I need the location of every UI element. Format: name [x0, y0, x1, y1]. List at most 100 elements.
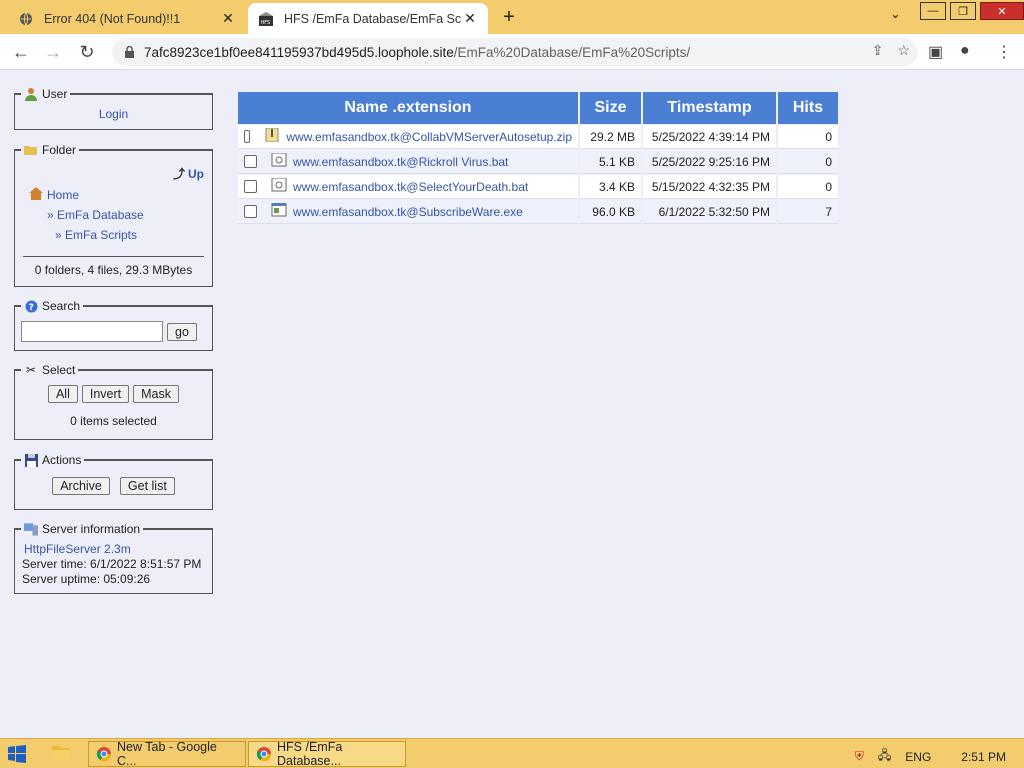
reload-button[interactable]: ↻ [76, 42, 98, 63]
user-legend: User [42, 87, 68, 101]
actions-panel: Actions Archive Get list [14, 453, 213, 510]
scissors-icon: ✂ [25, 363, 37, 377]
home-link[interactable]: Home [47, 188, 79, 202]
tab-strip: Error 404 (Not Found)!!1 ✕ HFS HFS /EmFa… [0, 0, 1024, 34]
tab-title: Error 404 (Not Found)!!1 [44, 11, 181, 26]
file-size: 96.0 KB [580, 200, 641, 224]
column-header-name[interactable]: Name .extension [238, 92, 578, 124]
user-panel: User Login [14, 87, 213, 130]
folder-summary: 0 folders, 4 files, 29.3 MBytes [23, 256, 204, 277]
bat-file-icon [271, 177, 287, 195]
back-button[interactable]: ← [10, 42, 32, 63]
folder-legend: Folder [42, 143, 77, 157]
taskbar-item-hfs[interactable]: HFS /EmFa Database... [248, 740, 406, 768]
page-content: User Login Folder ⤴ Up Home » EmFa Datab… [0, 71, 1024, 738]
search-go-button[interactable]: go [167, 322, 197, 341]
select-all-button[interactable]: All [47, 385, 78, 403]
column-header-size[interactable]: Size [580, 92, 641, 124]
up-arrow-icon: ⤴ [172, 167, 185, 181]
taskbar-item-new-tab[interactable]: New Tab - Google C... [88, 740, 246, 768]
file-link[interactable]: www.emfasandbox.tk@CollabVMServerAutoset… [286, 130, 572, 144]
url-path: /EmFa%20Database/EmFa%20Scripts/ [453, 44, 691, 60]
floppy-disk-icon [24, 453, 38, 467]
tab-title: HFS /EmFa Database/EmFa Scripts/ [284, 11, 462, 26]
column-header-timestamp[interactable]: Timestamp [643, 92, 776, 124]
file-hits: 0 [778, 175, 838, 199]
clock[interactable]: 2:51 PM [961, 750, 1006, 764]
new-tab-button[interactable]: + [498, 6, 520, 29]
user-icon [24, 87, 38, 101]
input-language[interactable]: ENG [905, 750, 931, 764]
network-icon[interactable]: 🖧 [878, 746, 891, 767]
row-checkbox[interactable] [244, 205, 257, 218]
windows-start-icon[interactable] [8, 745, 26, 766]
taskbar-item-label: HFS /EmFa Database... [277, 740, 343, 768]
browser-toolbar: ← → ↻ 7afc8923ce1bf0ee841195937bd495d5.l… [0, 34, 1024, 70]
folder-open-icon [24, 143, 38, 157]
forward-button[interactable]: → [42, 42, 64, 63]
table-row: www.emfasandbox.tk@SubscribeWare.exe 96.… [238, 200, 838, 224]
tab-error-404[interactable]: Error 404 (Not Found)!!1 ✕ [8, 3, 246, 34]
chrome-icon [96, 747, 111, 761]
file-hits: 7 [778, 200, 838, 224]
file-timestamp: 5/25/2022 4:39:14 PM [643, 125, 776, 149]
server-legend: Server information [42, 522, 141, 536]
file-explorer-icon[interactable] [52, 744, 70, 763]
file-link[interactable]: www.emfasandbox.tk@SubscribeWare.exe [293, 205, 523, 219]
minimize-button[interactable]: — [920, 2, 946, 20]
security-alert-icon[interactable]: ⛨ [855, 749, 864, 764]
chrome-icon [256, 747, 271, 761]
server-uptime: Server uptime: 05:09:26 [22, 572, 151, 586]
row-checkbox[interactable] [244, 180, 257, 193]
select-panel: ✂ Select All Invert Mask 0 items selected [14, 363, 213, 440]
breadcrumb-emfa-scripts[interactable]: » EmFa Scripts [55, 228, 137, 242]
invert-selection-button[interactable]: Invert [81, 385, 130, 403]
menu-kebab-icon[interactable]: ⋮ [996, 42, 1012, 62]
selection-status: 0 items selected [70, 414, 157, 428]
profile-avatar-icon[interactable]: ● [960, 42, 970, 60]
search-input[interactable] [21, 321, 163, 342]
file-list-table: Name .extension Size Timestamp Hits www.… [236, 91, 840, 225]
actions-legend: Actions [42, 453, 82, 467]
select-legend: Select [42, 363, 76, 377]
restore-button[interactable]: ❐ [950, 2, 976, 20]
file-size: 29.2 MB [580, 125, 641, 149]
bookmark-star-icon[interactable]: ☆ [897, 42, 910, 59]
hfs-version-link[interactable]: HttpFileServer 2.3m [24, 542, 131, 556]
table-row: www.emfasandbox.tk@Rickroll Virus.bat 5.… [238, 150, 838, 174]
close-window-button[interactable]: ✕ [980, 2, 1024, 20]
svg-text:?: ? [28, 303, 33, 313]
taskbar-item-label: New Tab - Google C... [117, 740, 217, 768]
close-tab-icon[interactable]: ✕ [462, 10, 478, 27]
file-link[interactable]: www.emfasandbox.tk@Rickroll Virus.bat [293, 155, 508, 169]
file-size: 3.4 KB [580, 175, 641, 199]
home-icon [29, 187, 43, 203]
table-row: www.emfasandbox.tk@CollabVMServerAutoset… [238, 125, 838, 149]
hfs-icon: HFS [258, 11, 274, 27]
file-link[interactable]: www.emfasandbox.tk@SelectYourDeath.bat [293, 180, 528, 194]
file-timestamp: 5/25/2022 9:25:16 PM [643, 150, 776, 174]
get-list-button[interactable]: Get list [119, 477, 175, 495]
close-tab-icon[interactable]: ✕ [220, 10, 236, 27]
search-panel: ? Search go [14, 299, 213, 351]
file-timestamp: 5/15/2022 4:32:35 PM [643, 175, 776, 199]
column-header-hits[interactable]: Hits [778, 92, 838, 124]
lock-icon[interactable] [124, 46, 136, 58]
exe-file-icon [271, 202, 287, 220]
tab-hfs[interactable]: HFS HFS /EmFa Database/EmFa Scripts/ ✕ [248, 3, 488, 34]
row-checkbox[interactable] [244, 155, 257, 168]
share-icon[interactable]: ⇪ [872, 42, 884, 59]
mask-button[interactable]: Mask [133, 385, 180, 403]
windows-taskbar: New Tab - Google C... HFS /EmFa Database… [0, 738, 1024, 768]
url-host: 7afc8923ce1bf0ee841195937bd495d5.loophol… [144, 44, 454, 60]
row-checkbox[interactable] [244, 130, 251, 143]
login-link[interactable]: Login [99, 107, 128, 121]
address-bar[interactable]: 7afc8923ce1bf0ee841195937bd495d5.loophol… [112, 38, 918, 66]
up-button[interactable]: ⤴ Up [173, 165, 204, 182]
archive-button[interactable]: Archive [52, 477, 110, 495]
server-computer-icon [24, 522, 38, 536]
breadcrumb-emfa-database[interactable]: » EmFa Database [47, 208, 144, 222]
side-panel-icon[interactable]: ▣ [928, 42, 943, 62]
chevron-down-icon[interactable]: ⌄ [890, 6, 901, 22]
search-legend: Search [42, 299, 81, 313]
